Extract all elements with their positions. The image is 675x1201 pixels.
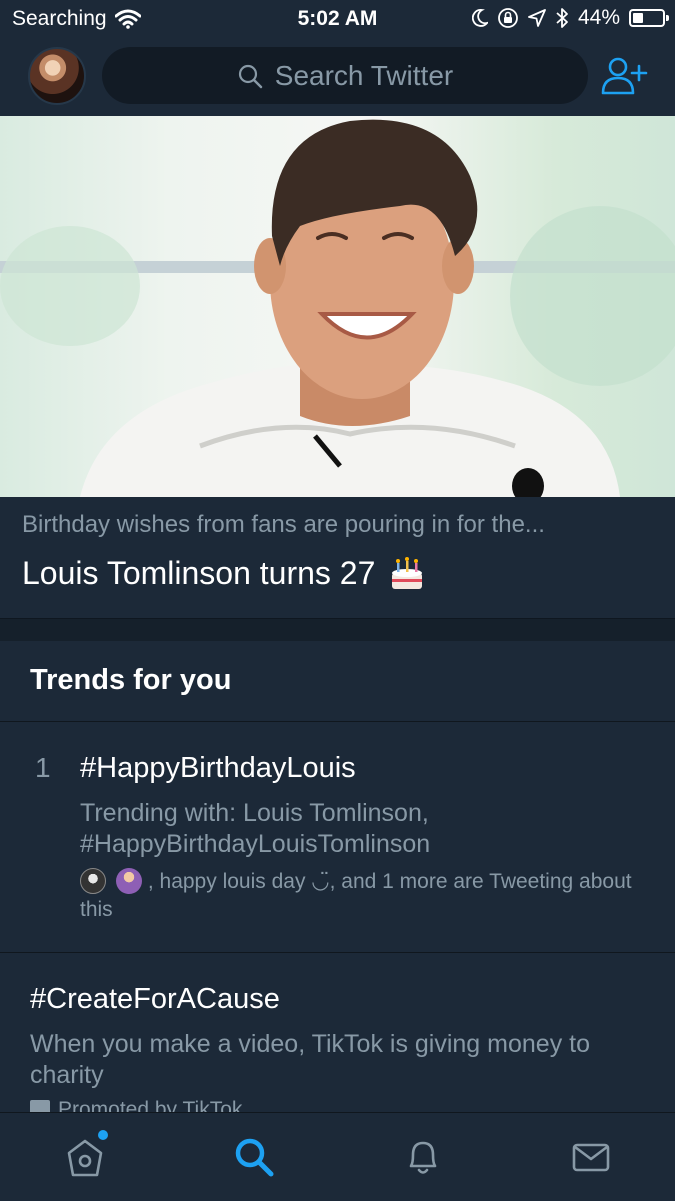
search-icon [235, 1138, 274, 1177]
tab-messages[interactable] [567, 1133, 615, 1181]
trend-tweeting-users: , happy louis day ◡̈, and 1 more are Twe… [80, 868, 650, 924]
promoted-description: When you make a video, TikTok is giving … [30, 1030, 590, 1089]
battery-percent: 44% [577, 6, 620, 29]
trends-heading: Trends for you [30, 664, 232, 696]
trend-item[interactable]: 1 #HappyBirthdayLouis Trending with: Lou… [0, 722, 675, 953]
battery-level [633, 13, 644, 23]
tweeter-avatar [116, 868, 142, 894]
promoted-trend-item[interactable]: #CreateForACause When you make a video, … [0, 953, 675, 1113]
trend-context: Trending with: Louis Tomlinson, #HappyBi… [80, 799, 431, 858]
add-user-icon[interactable] [600, 56, 648, 96]
trend-tweeting-text: , happy louis day ◡̈, and 1 more are Twe… [80, 870, 632, 921]
envelope-icon [572, 1143, 610, 1172]
featured-story-subtitle: Birthday wishes from fans are pouring in… [22, 511, 545, 538]
orientation-lock-icon [498, 8, 518, 28]
tweeter-avatar [80, 868, 106, 894]
featured-story-image[interactable] [0, 116, 675, 497]
tab-notifications[interactable] [399, 1133, 447, 1181]
new-content-dot [98, 1130, 108, 1140]
tab-search[interactable] [230, 1133, 278, 1181]
promoted-by: Promoted by TikTok [30, 1098, 242, 1113]
trends-section-header: Trends for you [0, 641, 675, 722]
promoted-by-text: Promoted by TikTok [58, 1098, 243, 1113]
trend-hashtag: #HappyBirthdayLouis [80, 752, 356, 784]
location-arrow-icon [528, 9, 546, 27]
bell-icon [409, 1141, 437, 1174]
tab-home[interactable] [61, 1130, 109, 1181]
featured-story-title: Louis Tomlinson turns 27 [22, 553, 427, 593]
promoted-hashtag: #CreateForACause [30, 983, 280, 1015]
bottom-tab-bar [0, 1112, 675, 1201]
trend-rank: 1 [35, 752, 51, 783]
birthday-cake-icon [392, 557, 423, 589]
battery-icon [629, 9, 669, 27]
profile-avatar[interactable] [28, 47, 86, 105]
status-right: 44% [471, 6, 669, 30]
search-input[interactable]: Search Twitter [102, 47, 588, 104]
moon-icon [471, 9, 488, 27]
featured-story-caption[interactable]: Birthday wishes from fans are pouring in… [0, 497, 675, 619]
top-nav-bar: Search Twitter [0, 38, 675, 117]
bluetooth-icon [556, 8, 568, 28]
home-icon [67, 1139, 103, 1177]
status-bar: Searching 5:02 AM 44% [0, 0, 675, 38]
featured-story-title-text: Louis Tomlinson turns 27 [22, 554, 376, 591]
search-icon [238, 64, 262, 88]
section-divider [0, 619, 675, 641]
search-placeholder: Search Twitter [274, 59, 454, 91]
featured-photo [0, 119, 675, 497]
